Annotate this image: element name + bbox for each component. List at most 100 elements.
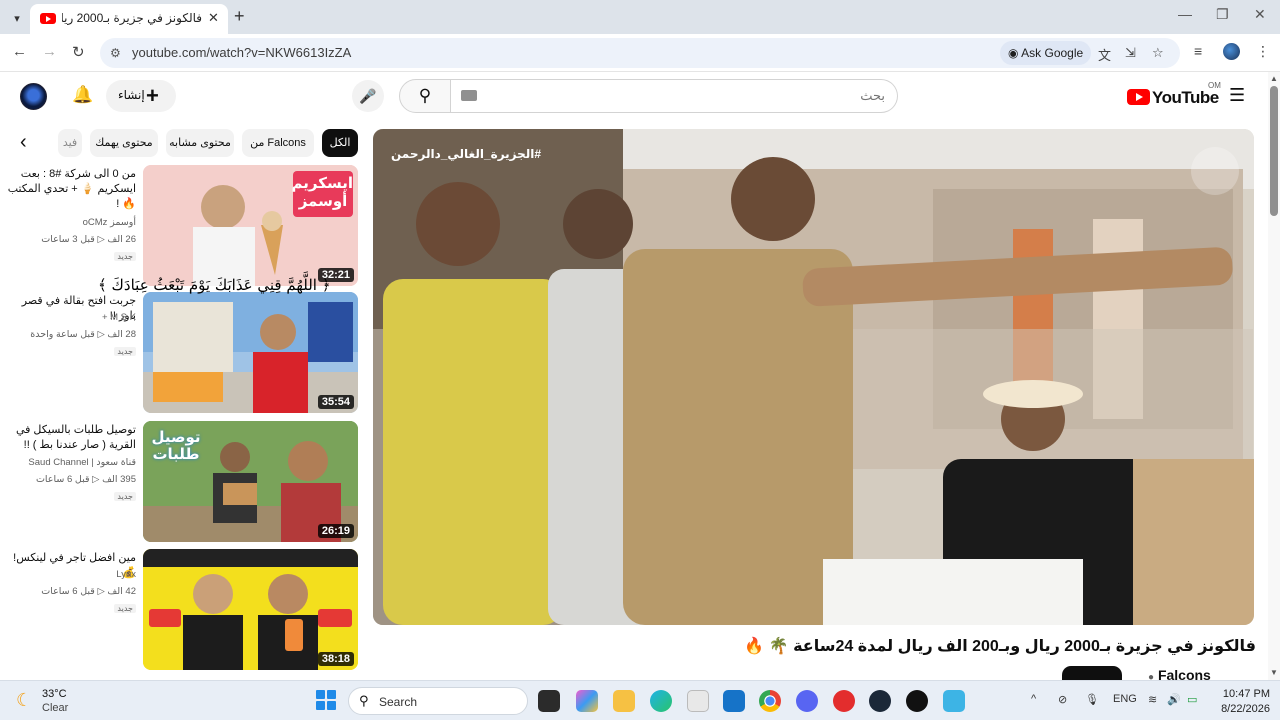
search-input[interactable] (505, 88, 885, 103)
new-badge: جديد (114, 604, 136, 613)
show-hidden-icons[interactable]: ^ (1031, 693, 1036, 705)
tab-search-icon[interactable]: ▾ (6, 7, 28, 29)
search-button[interactable]: ⚲ (399, 79, 451, 113)
media-controls-icon[interactable]: ≡ (1194, 43, 1202, 59)
url-text[interactable]: youtube.com/watch?v=NKW6613IzZA (132, 45, 351, 60)
paint-app-icon[interactable] (943, 690, 965, 712)
age: قبل 6 ساعات (35, 474, 90, 485)
video-thumbnail[interactable]: ايسكريم أوسمز 32:21 (143, 165, 358, 286)
ask-google-button[interactable]: ◉ Ask Google (1000, 41, 1092, 65)
site-info-icon[interactable]: ⚙ (110, 46, 121, 60)
battery-icon[interactable]: ▭ (1187, 693, 1197, 706)
tab-close-icon[interactable]: ✕ (208, 10, 219, 26)
back-icon[interactable]: ← (12, 43, 27, 60)
volume-icon[interactable]: 🔊 (1167, 693, 1181, 706)
related-video[interactable]: توصيل طلبات 26:19 توصيل طلبات بالسيكل في… (0, 421, 360, 543)
related-video-channel[interactable]: M S K + (6, 312, 136, 323)
age: قبل 6 ساعات (41, 586, 95, 597)
mail-icon[interactable] (723, 690, 745, 712)
chip-feed[interactable]: فيد (58, 129, 82, 157)
create-button[interactable]: إنشاء + (106, 80, 176, 112)
translate-icon[interactable]: 文 (1098, 45, 1111, 64)
new-badge: جديد (114, 252, 136, 261)
scroll-down-icon[interactable]: ▼ (1270, 668, 1278, 677)
youtube-play-icon (1127, 89, 1150, 105)
chip-from-channel[interactable]: من Falcons (242, 129, 314, 157)
microphone-icon[interactable]: 🎙 (1085, 693, 1099, 706)
scrollbar-thumb[interactable] (1270, 86, 1278, 216)
windows-taskbar: ☾ 33°C Clear ⚲ Search ^ ⊘ 🎙 ENG ≋ 🔊 ▭ 10… (0, 680, 1280, 720)
restore-icon[interactable]: ❐ (1216, 6, 1229, 23)
related-video-title[interactable]: توصيل طلبات بالسيكل في القرية ( صار عندن… (6, 423, 136, 453)
channel-watermark-icon[interactable] (1191, 147, 1239, 195)
keyboard-icon[interactable] (461, 90, 477, 101)
related-video-channel[interactable]: Lynx (6, 569, 136, 580)
views: 395 الف (102, 474, 136, 485)
related-video-channel[interactable]: قناة سعود | Saud Channel (6, 457, 136, 468)
youtube-favicon-icon (40, 13, 56, 24)
video-duration: 26:19 (317, 524, 354, 538)
minimize-icon[interactable]: — (1178, 6, 1192, 22)
ea-app-icon[interactable] (833, 690, 855, 712)
clock-date: 8/22/2026 (1221, 703, 1270, 715)
task-view-icon[interactable] (538, 690, 560, 712)
related-video-meta: 26 الف ▷ قبل 3 ساعات (41, 234, 136, 245)
discord-icon[interactable] (796, 690, 818, 712)
github-desktop-icon[interactable] (906, 690, 928, 712)
browser-tab-bar: ▾ فالكونز في جزيرة بـ2000 ريال وبـ ✕ + —… (0, 0, 1280, 34)
new-tab-icon[interactable]: + (234, 6, 245, 27)
bookmark-star-icon[interactable]: ☆ (1152, 45, 1164, 61)
forward-icon[interactable]: → (42, 43, 57, 60)
chip-for-you[interactable]: محتوى يهمك (90, 129, 158, 157)
browser-menu-icon[interactable]: ⋮ (1256, 43, 1270, 60)
search-icon: ⚲ (359, 693, 369, 708)
search-box[interactable] (451, 79, 898, 113)
wifi-icon[interactable]: ≋ (1148, 693, 1157, 706)
tab-title: فالكونز في جزيرة بـ2000 ريال وبـ (62, 11, 202, 25)
video-thumbnail[interactable]: توصيل طلبات 26:19 (143, 421, 358, 542)
install-app-icon[interactable]: ⇲ (1125, 45, 1136, 61)
guide-menu-icon[interactable]: ☰ (1229, 85, 1245, 106)
scroll-up-icon[interactable]: ▲ (1270, 74, 1278, 83)
file-explorer-icon[interactable] (613, 690, 635, 712)
reload-icon[interactable]: ↻ (72, 43, 85, 61)
video-thumbnail[interactable]: 38:18 (143, 549, 358, 670)
related-video[interactable]: 35:54 جربت افتح بقالة في قصر باور !! M S… (0, 292, 360, 414)
omnibox[interactable]: ⚙ youtube.com/watch?v=NKW6613IzZA ◉ Ask … (100, 38, 1180, 68)
copilot-icon[interactable] (576, 690, 598, 712)
video-thumbnail[interactable]: 35:54 (143, 292, 358, 413)
notifications-bell-icon[interactable]: 🔔 (72, 85, 93, 105)
close-window-icon[interactable]: ✕ (1254, 6, 1266, 23)
windows-start-icon[interactable] (316, 690, 336, 710)
chip-related[interactable]: محتوى مشابه (166, 129, 234, 157)
taskbar-search[interactable]: ⚲ Search (348, 687, 528, 715)
store-icon[interactable] (687, 690, 709, 712)
edge-icon[interactable] (650, 690, 672, 712)
views: 26 الف (107, 234, 136, 245)
related-video[interactable]: ايسكريم أوسمز 32:21 من 0 الى شركة #8 : ب… (0, 165, 360, 287)
video-hashtag-overlay: #الجزيرة_الغالي_دالرحمن (391, 147, 542, 161)
steam-icon[interactable] (869, 690, 891, 712)
chips-left-arrow-icon[interactable]: ‹ (20, 131, 27, 154)
browser-tab[interactable]: فالكونز في جزيرة بـ2000 ريال وبـ ✕ (30, 4, 228, 34)
profile-avatar[interactable] (1223, 43, 1240, 60)
video-player[interactable]: #الجزيرة_الغالي_دالرحمن (373, 129, 1254, 625)
voice-search-mic-icon[interactable]: 🎤 (352, 80, 384, 112)
account-avatar[interactable] (20, 83, 47, 110)
youtube-header: 🔔 إنشاء + 🎤 ⚲ YouTube OM ☰ (0, 72, 1268, 122)
chrome-icon[interactable] (759, 690, 781, 712)
network-off-icon[interactable]: ⊘ (1058, 693, 1067, 706)
related-video[interactable]: 38:18 مين افضل تاجر في لينكس! 💰 Lynx 42 … (0, 549, 360, 671)
related-video-title[interactable]: من 0 الى شركة #8 : بعت ايسكريم 🍦 + تحدي … (6, 167, 136, 212)
create-label: إنشاء (118, 88, 145, 102)
age: قبل ساعة واحدة (30, 329, 95, 340)
views: 42 الف (107, 586, 136, 597)
related-filter-chips: ‹ فيد محتوى يهمك محتوى مشابه من Falcons … (20, 129, 360, 157)
weather-temp: 33°C (42, 688, 67, 700)
language-indicator[interactable]: ENG (1113, 693, 1137, 705)
page-scrollbar[interactable]: ▲ ▼ (1268, 72, 1280, 680)
taskbar-clock[interactable]: 10:47 PM 8/22/2026 (1210, 687, 1270, 717)
ask-google-label: Ask Google (1021, 46, 1084, 60)
related-video-channel[interactable]: أوسمز oCMz (6, 217, 136, 228)
chip-all[interactable]: الكل (322, 129, 358, 157)
